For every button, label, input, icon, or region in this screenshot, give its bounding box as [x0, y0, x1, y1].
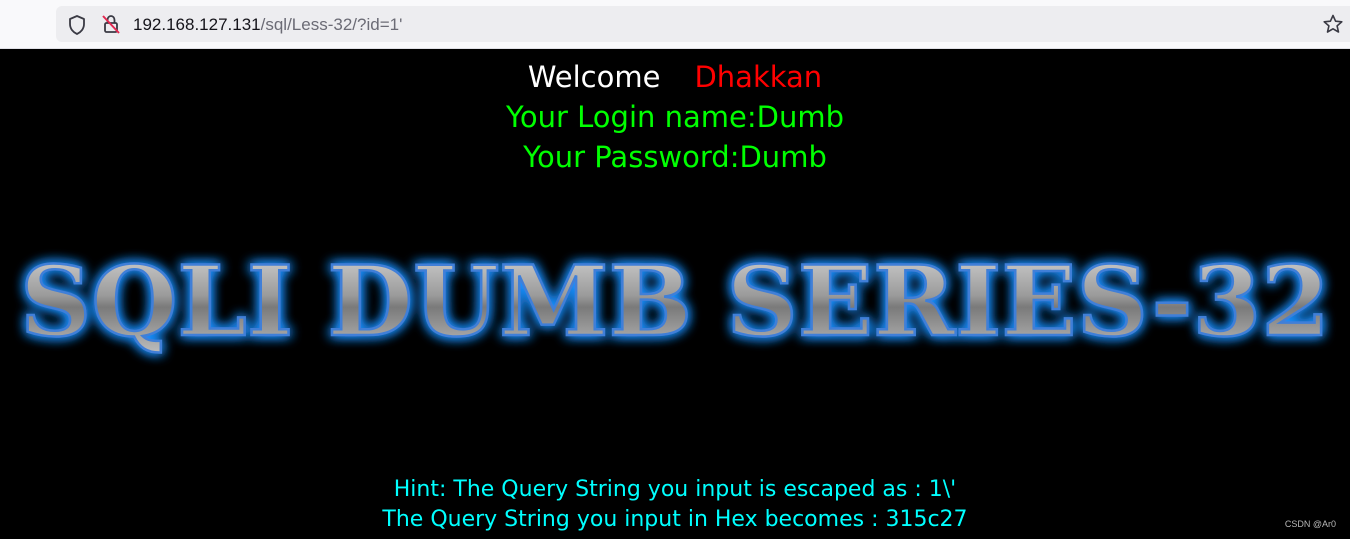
hint-hex-line: The Query String you input in Hex become…: [382, 507, 968, 532]
welcome-line: Welcome Dhakkan: [0, 57, 1350, 97]
welcome-word: Welcome: [527, 60, 661, 94]
browser-toolbar: 192.168.127.131/sql/Less-32/?id=1': [0, 0, 1350, 49]
bookmark-star-icon[interactable]: [1322, 13, 1344, 35]
url-path: /sql/Less-32/?id=1': [260, 15, 403, 34]
url-text[interactable]: 192.168.127.131/sql/Less-32/?id=1': [133, 13, 402, 37]
welcome-name: Dhakkan: [694, 60, 823, 94]
insecure-lock-icon[interactable]: [100, 13, 122, 35]
banner-title: SQLI DUMB SERIES-32: [20, 245, 1330, 358]
page-content: Welcome Dhakkan Your Login name:Dumb Your…: [0, 49, 1350, 539]
shield-icon[interactable]: [66, 14, 88, 36]
password-line: Your Password:Dumb: [523, 140, 827, 174]
series-banner-image: SQLI DUMB SERIES-32: [19, 244, 1331, 360]
login-name-line: Your Login name:Dumb: [506, 100, 844, 134]
watermark: CSDN @Ar0: [1284, 519, 1336, 529]
url-host: 192.168.127.131: [133, 15, 261, 34]
hint-escaped-line: Hint: The Query String you input is esca…: [393, 477, 957, 502]
